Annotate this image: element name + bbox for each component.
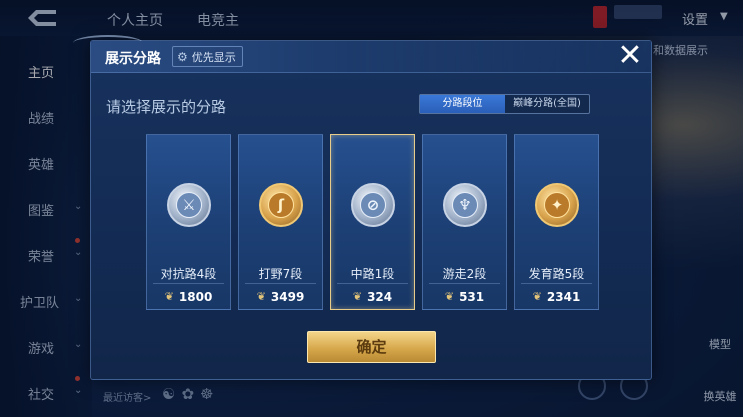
lane-display-dialog: 展示分路 ⚙ 优先显示 ✕ 请选择展示的分路 分路段位 巅峰分路(全国) ⚔ 对… <box>73 35 652 380</box>
lane-glyph-icon: ʃ <box>268 192 294 218</box>
dialog-title: 展示分路 <box>105 51 161 67</box>
lane-glyph-icon: ✦ <box>544 192 570 218</box>
lane-card-top[interactable]: ⚔ 对抗路4段 ❦ 1800 <box>146 134 231 310</box>
gold-medal-icon: ✦ <box>535 183 579 227</box>
dialog-header: 展示分路 ⚙ 优先显示 <box>91 41 651 73</box>
lane-card-label: 对抗路4段 <box>160 267 217 281</box>
lane-score-value: 1800 <box>178 289 213 304</box>
lane-card-label: 游走2段 <box>442 267 487 281</box>
silver-medal-icon: ⊘ <box>351 183 395 227</box>
wing-icon: ❦ <box>532 290 542 303</box>
lane-score-value: 324 <box>367 289 393 304</box>
lane-glyph-icon: ♆ <box>452 192 478 218</box>
confirm-button[interactable]: 确定 <box>307 331 436 363</box>
lane-glyph-icon: ⊘ <box>360 192 386 218</box>
priority-label: 优先显示 <box>191 50 236 64</box>
lane-score-value: 3499 <box>270 289 305 304</box>
lane-glyph-icon: ⚔ <box>176 192 202 218</box>
lane-mode-toggle: 分路段位 巅峰分路(全国) <box>419 94 590 114</box>
lane-card-score: ❦ 2341 <box>521 283 592 309</box>
lane-card-jungle[interactable]: ʃ 打野7段 ❦ 3499 <box>238 134 323 310</box>
gold-medal-icon: ʃ <box>259 183 303 227</box>
lane-card-label: 打野7段 <box>258 267 303 281</box>
lane-card-label: 发育路5段 <box>528 267 585 281</box>
lane-card-carry[interactable]: ✦ 发育路5段 ❦ 2341 <box>514 134 599 310</box>
wing-icon: ❦ <box>352 290 363 303</box>
wing-icon: ❦ <box>256 290 266 303</box>
lane-score-value: 2341 <box>546 289 581 304</box>
lane-card-mid[interactable]: ⊘ 中路1段 ❦ 324 <box>330 134 415 310</box>
silver-medal-icon: ♆ <box>443 183 487 227</box>
dialog-subtitle: 请选择展示的分路 <box>106 98 227 116</box>
lane-card-score: ❦ 1800 <box>153 283 224 309</box>
lane-card-score: ❦ 324 <box>337 283 408 309</box>
close-icon[interactable]: ✕ <box>613 41 647 73</box>
wing-icon: ❦ <box>164 290 174 303</box>
silver-medal-icon: ⚔ <box>167 183 211 227</box>
lane-score-value: 531 <box>459 289 485 304</box>
lane-card-score: ❦ 3499 <box>245 283 316 309</box>
lane-card-label: 中路1段 <box>350 267 395 281</box>
priority-display-button[interactable]: ⚙ 优先显示 <box>172 46 243 67</box>
tab-lane-rank[interactable]: 分路段位 <box>420 95 505 113</box>
lane-card-roam[interactable]: ♆ 游走2段 ❦ 531 <box>422 134 507 310</box>
wing-icon: ❦ <box>444 290 455 303</box>
tab-peak-lane[interactable]: 巅峰分路(全国) <box>505 95 589 113</box>
lane-card-score: ❦ 531 <box>429 283 500 309</box>
gear-icon: ⚙ <box>177 49 188 64</box>
